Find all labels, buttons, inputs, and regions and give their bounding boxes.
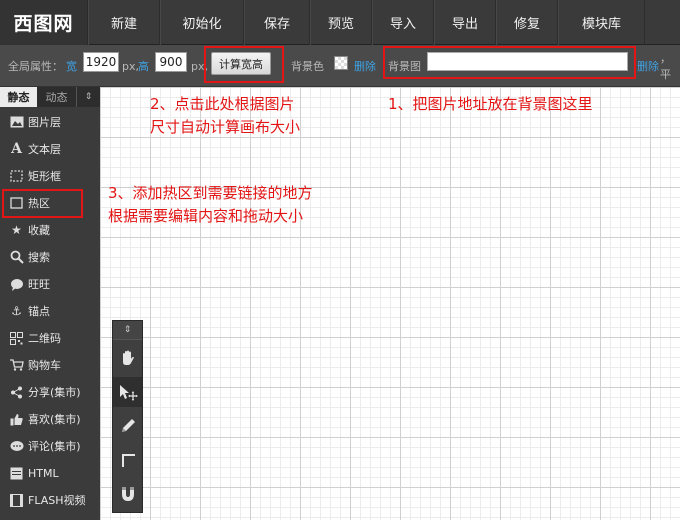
share-icon [9, 385, 24, 400]
sidebar-item-like[interactable]: 喜欢(集市) [0, 406, 100, 432]
sidebar-item-search[interactable]: 搜索 [0, 244, 100, 270]
sidebar-item-label: 文本层 [28, 143, 61, 156]
sidebar-item-share[interactable]: 分享(集市) [0, 379, 100, 405]
sidebar-item-label: 搜索 [28, 251, 50, 264]
sidebar-item-text-layer[interactable]: A 文本层 [0, 136, 100, 162]
sidebar-item-label: 评论(集市) [28, 440, 81, 453]
annotation-note-3: 3、添加热区到需要链接的地方 根据需要编辑内容和拖动大小 [108, 182, 313, 228]
sidebar-item-label: 收藏 [28, 224, 50, 237]
hand-icon[interactable] [113, 343, 142, 373]
annotation-note-3-line1: 3、添加热区到需要链接的地方 [108, 184, 313, 202]
initialize-button[interactable]: 初始化 [160, 0, 244, 45]
preview-button[interactable]: 预览 [310, 0, 372, 45]
save-button[interactable]: 保存 [244, 0, 310, 45]
sidebar-tabs: 静态 动态 ⇕ [0, 87, 100, 107]
export-button[interactable]: 导出 [434, 0, 496, 45]
thumbs-up-icon [9, 412, 24, 427]
delete-background-color-link[interactable]: 删除 [354, 45, 376, 87]
new-button[interactable]: 新建 [88, 0, 160, 45]
sidebar-item-html[interactable]: HTML [0, 460, 100, 486]
annotation-note-2: 2、点击此处根据图片 尺寸自动计算画布大小 [150, 93, 300, 139]
chat-bubble-icon [9, 277, 24, 292]
truncated-option-label: ，平 [660, 52, 671, 81]
image-icon [9, 115, 24, 130]
sidebar-item-favorite[interactable]: ★ 收藏 [0, 217, 100, 243]
star-icon: ★ [11, 223, 22, 237]
annotation-note-2-line2: 尺寸自动计算画布大小 [150, 118, 301, 136]
design-canvas[interactable] [100, 87, 680, 520]
select-move-icon[interactable] [113, 377, 142, 407]
pencil-icon[interactable] [113, 411, 142, 441]
height-input[interactable]: 900 [155, 52, 187, 72]
dashed-rect-icon [9, 169, 24, 184]
sidebar-item-label: FLASH视频 [28, 494, 86, 507]
element-sidebar: 静态 动态 ⇕ 图片层 A 文本层 矩形框 热区 ★ 收藏 搜索 旺旺 ⚓ 锚点… [0, 87, 100, 520]
tab-static[interactable]: 静态 [0, 87, 37, 107]
sidebar-item-label: 图片层 [28, 116, 61, 129]
highlight-background-image [383, 46, 636, 79]
sidebar-item-rectangle[interactable]: 矩形框 [0, 163, 100, 189]
video-icon [9, 493, 24, 508]
sidebar-item-comment[interactable]: 评论(集市) [0, 433, 100, 459]
module-library-button[interactable]: 模块库 [558, 0, 645, 45]
sidebar-item-qrcode[interactable]: 二维码 [0, 325, 100, 351]
cart-icon [9, 358, 24, 373]
annotation-note-1: 1、把图片地址放在背景图这里 [388, 95, 593, 113]
highlight-hotspot [2, 189, 83, 218]
sidebar-item-label: HTML [28, 466, 59, 480]
width-label: 宽 [66, 60, 77, 73]
html-icon [9, 466, 24, 481]
sidebar-item-anchor[interactable]: ⚓ 锚点 [0, 298, 100, 324]
background-color-label: 背景色 [291, 60, 324, 73]
repair-button[interactable]: 修复 [496, 0, 558, 45]
sidebar-item-wangwang[interactable]: 旺旺 [0, 271, 100, 297]
sidebar-item-flash-video[interactable]: FLASH视频 [0, 487, 100, 513]
sidebar-item-label: 矩形框 [28, 170, 61, 183]
delete-background-image-link[interactable]: 删除 [637, 45, 659, 87]
sidebar-collapse-toggle[interactable]: ⇕ [77, 87, 100, 107]
width-unit: px, [122, 59, 139, 73]
sidebar-item-label: 购物车 [28, 359, 61, 372]
magnet-icon[interactable] [113, 479, 142, 509]
palette-collapse-toggle[interactable]: ⇕ [113, 321, 142, 340]
sidebar-item-label: 旺旺 [28, 278, 50, 291]
background-color-swatch[interactable] [334, 56, 348, 70]
anchor-icon: ⚓ [11, 304, 22, 318]
highlight-calc-button [204, 46, 284, 83]
logo[interactable]: 西图网 [0, 0, 88, 45]
sidebar-item-label: 锚点 [28, 305, 50, 318]
sidebar-item-cart[interactable]: 购物车 [0, 352, 100, 378]
top-toolbar: 西图网 新建 初始化 保存 预览 导入 导出 修复 模块库 [0, 0, 680, 45]
search-icon [9, 250, 24, 265]
annotation-note-3-line2: 根据需要编辑内容和拖动大小 [108, 207, 304, 225]
global-properties-label: 全局属性： [8, 60, 63, 73]
annotation-note-2-line1: 2、点击此处根据图片 [150, 95, 295, 113]
import-button[interactable]: 导入 [372, 0, 434, 45]
sidebar-item-image-layer[interactable]: 图片层 [0, 109, 100, 135]
height-label: 高 [138, 60, 149, 73]
text-icon: A [11, 141, 22, 157]
comment-icon [9, 439, 24, 454]
sidebar-item-label: 二维码 [28, 332, 61, 345]
sidebar-item-label: 喜欢(集市) [28, 413, 81, 426]
tab-dynamic[interactable]: 动态 [37, 87, 77, 107]
width-input[interactable]: 1920 [83, 52, 119, 72]
crop-corner-icon[interactable] [113, 445, 142, 475]
sidebar-item-label: 分享(集市) [28, 386, 81, 399]
qrcode-icon [9, 331, 24, 346]
tool-palette: ⇕ [112, 320, 143, 513]
